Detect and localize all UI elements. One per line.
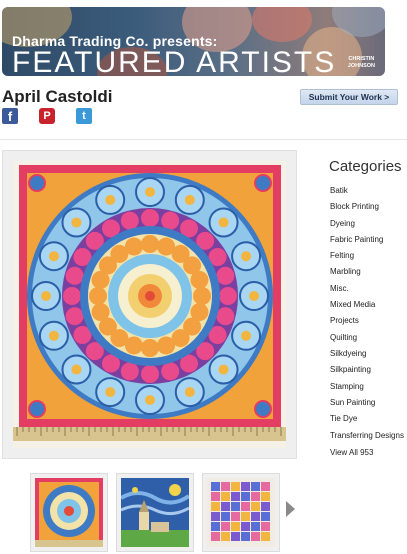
category-link-felting[interactable]: Felting xyxy=(330,248,406,264)
category-link-silkpainting[interactable]: Silkpainting xyxy=(330,362,406,378)
mandala-artwork xyxy=(13,161,286,448)
category-link-dyeing[interactable]: Dyeing xyxy=(330,216,406,232)
category-link-view-all[interactable]: View All 953 xyxy=(330,445,406,461)
featured-artists-banner[interactable]: Dharma Trading Co. presents: FEATURED AR… xyxy=(2,7,385,76)
category-link-stamping[interactable]: Stamping xyxy=(330,379,406,395)
banner-decoration xyxy=(252,7,312,42)
categories-heading: Categories xyxy=(329,158,402,175)
category-link-mixed-media[interactable]: Mixed Media xyxy=(330,297,406,313)
category-link-transferring-designs[interactable]: Transferring Designs xyxy=(330,427,406,445)
facebook-icon[interactable]: f xyxy=(2,108,18,124)
categories-list: Batik Block Printing Dyeing Fabric Paint… xyxy=(330,183,406,462)
category-link-block-printing[interactable]: Block Printing xyxy=(330,199,406,215)
twitter-icon[interactable]: t xyxy=(76,108,92,124)
category-link-tie-dye[interactable]: Tie Dye xyxy=(330,411,406,427)
pinterest-icon[interactable]: P xyxy=(39,108,55,124)
thumbnail-image xyxy=(121,478,189,547)
thumbnail-image xyxy=(207,478,275,547)
thumbnail-starry-night[interactable] xyxy=(116,473,194,552)
thumbnail-image xyxy=(35,478,103,547)
category-link-silkdyeing[interactable]: Silkdyeing xyxy=(330,346,406,362)
category-link-quilting[interactable]: Quilting xyxy=(330,330,406,346)
banner-credit: CHRISTIN JOHNSON xyxy=(348,56,375,70)
next-arrow-icon[interactable] xyxy=(286,501,295,517)
category-link-sun-painting[interactable]: Sun Painting xyxy=(330,395,406,411)
banner-title: FEATURED ARTISTS xyxy=(12,46,337,77)
thumbnail-pattern[interactable] xyxy=(202,473,280,552)
banner-credit-last: JOHNSON xyxy=(347,63,375,69)
category-link-fabric-painting[interactable]: Fabric Painting xyxy=(330,232,406,248)
divider xyxy=(0,139,407,140)
category-link-projects[interactable]: Projects xyxy=(330,313,406,329)
banner-credit-first: CHRISTIN xyxy=(348,56,375,62)
main-artwork-image[interactable] xyxy=(2,150,297,459)
category-link-batik[interactable]: Batik xyxy=(330,183,406,199)
artist-name: April Castoldi xyxy=(2,87,113,106)
submit-your-work-button[interactable]: Submit Your Work > xyxy=(300,89,398,105)
category-link-misc[interactable]: Misc. xyxy=(330,281,406,297)
category-link-marbling[interactable]: Marbling xyxy=(330,264,406,280)
thumbnail-mandala[interactable] xyxy=(30,473,108,552)
